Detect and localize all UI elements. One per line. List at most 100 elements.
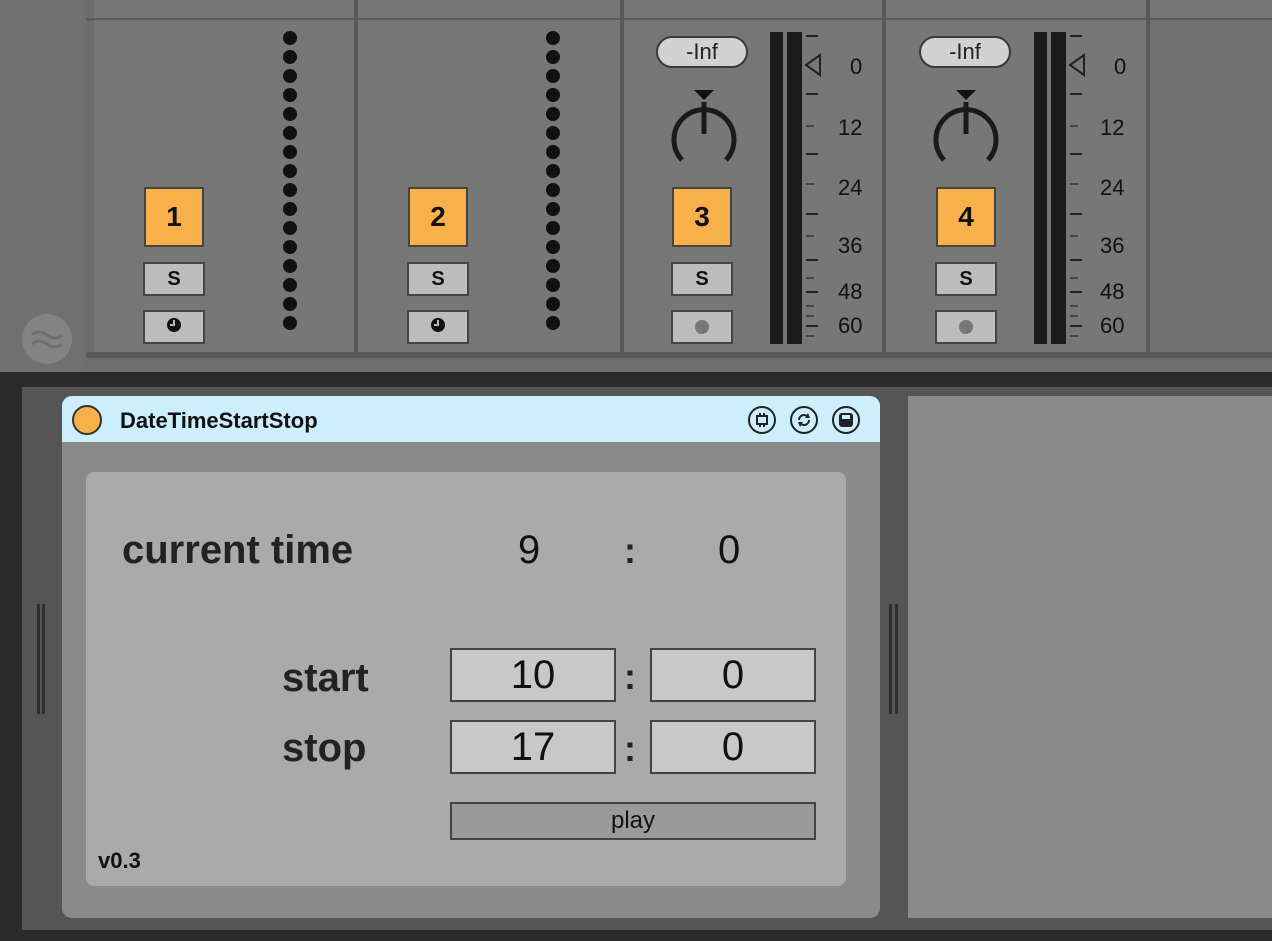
led-dot [546,202,560,216]
led-dot [283,202,297,216]
meter-scale-label: 0 [850,54,863,79]
stop-label: stop [282,726,367,770]
channel-strip-2 [358,20,620,352]
version-label: v0.3 [98,848,141,873]
led-dot [546,145,560,159]
led-dot [283,126,297,140]
grip-line [895,604,898,714]
save-preset-icon[interactable] [832,406,860,434]
clock-icon [166,317,182,338]
led-dot [283,88,297,102]
led-dot [546,316,560,330]
device-datetimestartstop: DateTimeStartStop current time 9 : 0 sta… [62,396,880,918]
device-drop-area[interactable] [908,396,1272,918]
track-1-activator[interactable]: 1 [144,187,204,247]
meter-scale-label: 60 [1100,313,1125,338]
track-3-monitor-button[interactable] [671,310,733,344]
current-time-separator: : [624,530,636,571]
track-4-volume-fader[interactable] [1066,30,1086,350]
current-hour-value: 9 [518,528,541,572]
led-dot [283,145,297,159]
channel-strip-empty [1150,20,1272,352]
meter-scale-label: 0 [1114,54,1127,79]
clock-icon [430,317,446,338]
track-4-monitor-button[interactable] [935,310,997,344]
record-dot-icon [959,320,973,334]
track-3-pan-knob[interactable] [662,88,746,172]
start-minute-field[interactable]: 0 [650,648,816,702]
led-dot [546,259,560,273]
led-dot [283,183,297,197]
header-strip [94,0,1272,18]
meter-scale-label: 36 [1100,233,1125,258]
grip-line [37,604,40,714]
mixer-bottom-rule [86,352,1272,358]
channel-divider [1146,0,1150,352]
meter-scale-label: 60 [838,313,863,338]
track-1-monitor-button[interactable] [143,310,205,344]
led-dot [283,240,297,254]
meter-scale-label: 24 [838,175,863,200]
stop-hour-field[interactable]: 17 [450,720,616,774]
hot-swap-icon[interactable] [790,406,818,434]
track-4-solo-button[interactable]: S [935,262,997,296]
track-3-volume-fader[interactable] [802,30,822,350]
stop-minute-field[interactable]: 0 [650,720,816,774]
channel-strip-1 [94,20,354,352]
meter-scale-label: 24 [1100,175,1125,200]
device-title: DateTimeStartStop [120,408,318,433]
led-dot [283,221,297,235]
track-2-activator[interactable]: 2 [408,187,468,247]
edit-device-icon[interactable] [748,406,776,434]
led-dot [546,221,560,235]
track-1-led-column [283,31,297,330]
led-dot [546,164,560,178]
device-resize-handle-left[interactable] [34,604,48,714]
track-2-monitor-button[interactable] [407,310,469,344]
device-resize-handle-right[interactable] [886,604,902,714]
device-power-button[interactable] [72,405,102,435]
led-dot [546,88,560,102]
play-button[interactable]: play [450,802,816,840]
start-time-separator: : [624,656,636,697]
track-4-pan-knob[interactable] [924,88,1008,172]
meter-scale-label: 48 [838,279,863,304]
led-dot [283,164,297,178]
led-dot [546,107,560,121]
meter-scale-label: 36 [838,233,863,258]
led-dot [546,126,560,140]
led-dot [546,183,560,197]
start-label: start [282,656,369,700]
led-dot [546,297,560,311]
meter-scale-label: 12 [1100,115,1125,140]
track-3-peak-display[interactable]: -Inf [656,36,748,68]
led-dot [546,69,560,83]
led-dot [283,31,297,45]
led-dot [283,69,297,83]
track-3-level-meter [770,32,802,344]
channel-divider [354,0,358,352]
led-dot [283,316,297,330]
meter-scale-label: 48 [1100,279,1125,304]
start-hour-field[interactable]: 10 [450,648,616,702]
led-dot [283,107,297,121]
channel-divider [882,0,886,352]
led-dot [283,259,297,273]
track-2-led-column [546,31,560,330]
wave-icon[interactable] [22,314,72,364]
led-dot [546,278,560,292]
track-3-activator[interactable]: 3 [672,187,732,247]
led-dot [546,50,560,64]
track-2-solo-button[interactable]: S [407,262,469,296]
device-body: current time 9 : 0 start 10 : 0 stop 17 … [86,472,846,886]
led-dot [546,31,560,45]
stop-time-separator: : [624,728,636,769]
current-minute-value: 0 [718,528,741,572]
record-dot-icon [695,320,709,334]
track-1-solo-button[interactable]: S [143,262,205,296]
led-dot [283,278,297,292]
track-4-activator[interactable]: 4 [936,187,996,247]
track-4-peak-display[interactable]: -Inf [919,36,1011,68]
led-dot [546,240,560,254]
track-3-solo-button[interactable]: S [671,262,733,296]
